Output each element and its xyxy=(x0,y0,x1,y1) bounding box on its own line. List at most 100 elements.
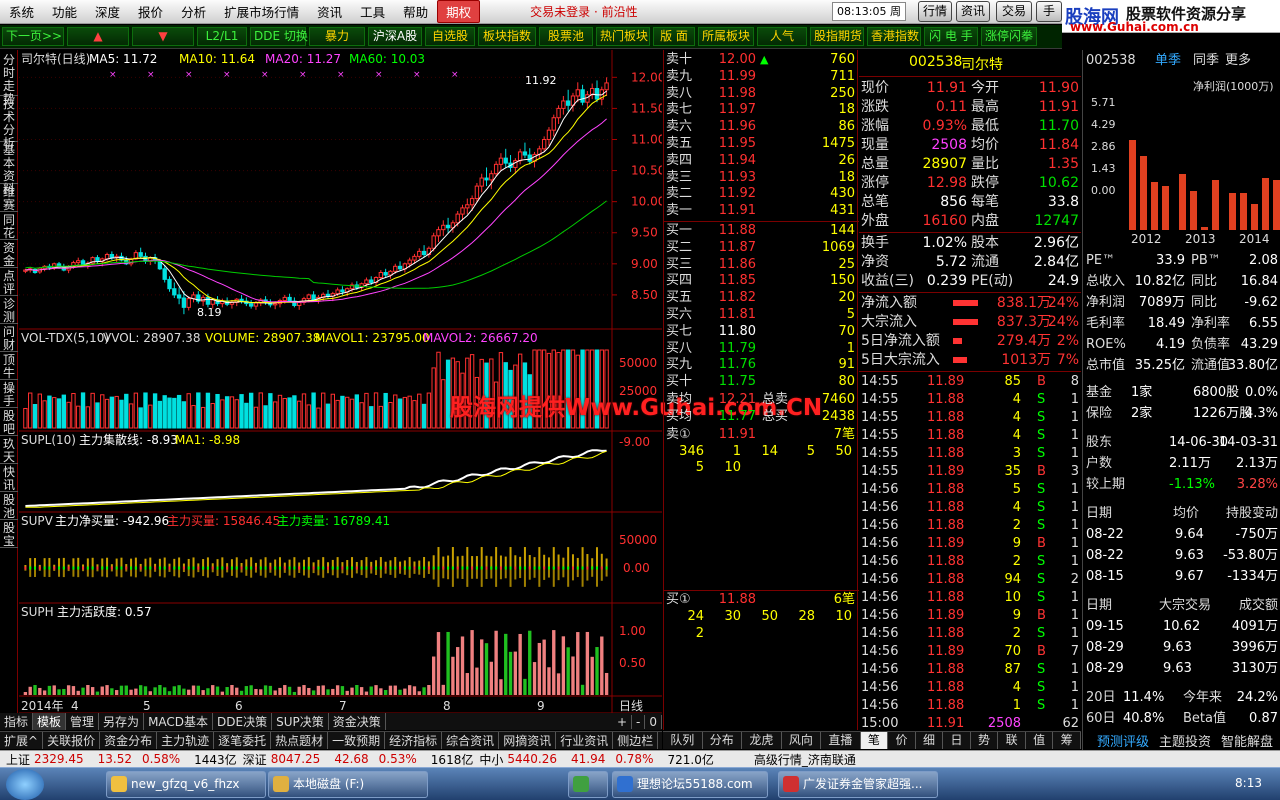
func-tab[interactable]: 综合资讯 xyxy=(442,732,500,749)
func-tab[interactable]: 资金分布 xyxy=(100,732,158,749)
hk-index-button[interactable]: 香港指数 xyxy=(867,27,921,46)
btn-hand[interactable]: 手 xyxy=(1036,1,1062,22)
owned-sector-button[interactable]: 所属板块 xyxy=(698,27,754,46)
order-row[interactable]: 买三 11.86 25 xyxy=(664,257,859,274)
detail-tab[interactable]: 价 xyxy=(888,732,916,749)
btn-trade[interactable]: 交易 xyxy=(996,1,1032,22)
order-row[interactable]: 买八 11.79 1 xyxy=(664,341,859,358)
limit-up-button[interactable]: 涨停闪拳 xyxy=(981,27,1037,46)
left-tab[interactable]: 资金 xyxy=(0,240,18,268)
menu-function[interactable]: 功能 xyxy=(43,2,86,21)
left-tab[interactable]: 技术分析 xyxy=(0,96,18,150)
order-row[interactable]: 买九 11.76 91 xyxy=(664,357,859,374)
detail-tab[interactable]: 联 xyxy=(998,732,1026,749)
task-forum[interactable]: 理想论坛55188.com xyxy=(612,771,768,798)
order-row[interactable]: 卖八 11.98 250 xyxy=(664,86,859,103)
func-tab[interactable]: 经济指标 xyxy=(385,732,443,749)
left-tab[interactable]: 操手 xyxy=(0,380,18,408)
order-row[interactable]: 卖五 11.95 1475 xyxy=(664,136,859,153)
order-row[interactable]: 买五 11.82 20 xyxy=(664,290,859,307)
fin-more-link[interactable]: 更多 xyxy=(1225,52,1251,70)
tab-macd[interactable]: MACD基本 xyxy=(144,713,214,730)
btn-quotes[interactable]: 行情 xyxy=(918,1,952,22)
index-futures-button[interactable]: 股指期货 xyxy=(810,27,864,46)
next-page-button[interactable]: 下一页>> xyxy=(2,27,64,46)
lightning-hand-button[interactable]: 闪 电 手 xyxy=(924,27,978,46)
detail-tab[interactable]: 龙虎 xyxy=(742,732,782,749)
func-tab[interactable]: 网摘资讯 xyxy=(499,732,557,749)
reset-button[interactable]: 0 xyxy=(645,714,662,729)
detail-tab[interactable]: 筹 xyxy=(1053,732,1081,749)
stock-pool-button[interactable]: 股票池 xyxy=(539,27,593,46)
menu-news[interactable]: 资讯 xyxy=(308,2,351,21)
left-tab[interactable]: 基本资料 xyxy=(0,142,18,196)
left-tab[interactable]: 股池 xyxy=(0,492,18,520)
left-tab[interactable]: 分时走势 xyxy=(0,52,18,106)
tab-template[interactable]: 模板 xyxy=(33,713,67,730)
detail-tab[interactable]: 值 xyxy=(1026,732,1054,749)
order-row[interactable]: 买一 11.88 144 xyxy=(664,223,859,240)
up-button[interactable]: ▲ xyxy=(67,27,129,46)
task-new-gfzq[interactable]: new_gfzq_v6_fhzx xyxy=(106,771,266,798)
order-row[interactable]: 卖七 11.97 18 xyxy=(664,102,859,119)
menu-extended-market[interactable]: 扩展市场行情 xyxy=(215,2,308,21)
down-button[interactable]: ▼ xyxy=(132,27,194,46)
func-tab[interactable]: 关联报价 xyxy=(43,732,101,749)
l2-l1-button[interactable]: L2/L1 xyxy=(197,27,247,46)
left-tab[interactable]: 股宝 xyxy=(0,520,18,548)
func-tab[interactable]: 热点题材 xyxy=(271,732,329,749)
left-tab[interactable]: 问财 xyxy=(0,324,18,352)
func-tab[interactable]: 侧边栏 xyxy=(613,732,659,749)
tab-save-as[interactable]: 另存为 xyxy=(99,713,145,730)
popularity-button[interactable]: 人气 xyxy=(757,27,807,46)
order-row[interactable]: 买七 11.80 70 xyxy=(664,324,859,341)
menu-system[interactable]: 系统 xyxy=(0,2,43,21)
menu-quote[interactable]: 报价 xyxy=(129,2,172,21)
left-tab[interactable]: 维赛 xyxy=(0,184,18,212)
order-row[interactable]: 买四 11.85 150 xyxy=(664,273,859,290)
sector-index-button[interactable]: 板块指数 xyxy=(478,27,536,46)
tab-sup[interactable]: SUP决策 xyxy=(272,713,329,730)
order-row[interactable]: 卖二 11.92 430 xyxy=(664,186,859,203)
zoom-in-button[interactable]: + xyxy=(613,714,633,729)
left-tab[interactable]: 诊测 xyxy=(0,296,18,324)
func-tab[interactable]: 一致预期 xyxy=(328,732,386,749)
left-tab[interactable]: 同花 xyxy=(0,212,18,240)
detail-tab[interactable]: 细 xyxy=(916,732,944,749)
tab-manage[interactable]: 管理 xyxy=(66,713,100,730)
order-row[interactable]: 买十 11.75 80 xyxy=(664,374,859,391)
tab-indicator[interactable]: 指标 xyxy=(0,713,34,730)
dde-switch-button[interactable]: DDE 切换 xyxy=(250,27,308,46)
left-tab[interactable]: 玖天 xyxy=(0,436,18,464)
fin-season-tab[interactable]: 单季 xyxy=(1155,52,1181,70)
left-tab[interactable]: 股吧 xyxy=(0,408,18,436)
func-tab[interactable]: 逐笔委托 xyxy=(214,732,272,749)
task-local-disk[interactable]: 本地磁盘 (F:) xyxy=(268,771,428,798)
menu-options[interactable]: 期权 xyxy=(437,0,481,23)
detail-tab[interactable]: 直播 xyxy=(821,732,861,749)
left-tab[interactable]: 顶牛 xyxy=(0,352,18,380)
start-button[interactable] xyxy=(6,769,44,800)
tab-dde[interactable]: DDE决策 xyxy=(213,713,273,730)
btn-news[interactable]: 资讯 xyxy=(956,1,990,22)
detail-tab[interactable]: 分布 xyxy=(703,732,743,749)
func-tab[interactable]: 主力轨迹 xyxy=(157,732,215,749)
detail-tab[interactable]: 势 xyxy=(971,732,999,749)
left-tab[interactable]: 快讯 xyxy=(0,464,18,492)
menu-help[interactable]: 帮助 xyxy=(394,2,437,21)
shsz-a-button[interactable]: 沪深A股 xyxy=(368,27,422,46)
left-tab[interactable]: 点评 xyxy=(0,268,18,296)
detail-tab[interactable]: 日 xyxy=(943,732,971,749)
order-row[interactable]: 卖十 12.00 760 ▲ xyxy=(664,52,859,69)
order-row[interactable]: 卖四 11.94 26 xyxy=(664,153,859,170)
func-tab[interactable]: 扩展^ xyxy=(0,732,44,749)
detail-tab[interactable]: 风向 xyxy=(782,732,822,749)
menu-depth[interactable]: 深度 xyxy=(86,2,129,21)
layout-button[interactable]: 版 面 xyxy=(653,27,695,46)
zoom-out-button[interactable]: - xyxy=(632,714,646,729)
hot-sector-button[interactable]: 热门板块 xyxy=(596,27,650,46)
order-row[interactable]: 买二 11.87 1069 xyxy=(664,240,859,257)
menu-tools[interactable]: 工具 xyxy=(351,2,394,21)
order-row[interactable]: 卖九 11.99 711 xyxy=(664,69,859,86)
detail-tab[interactable]: 笔 xyxy=(860,732,889,749)
